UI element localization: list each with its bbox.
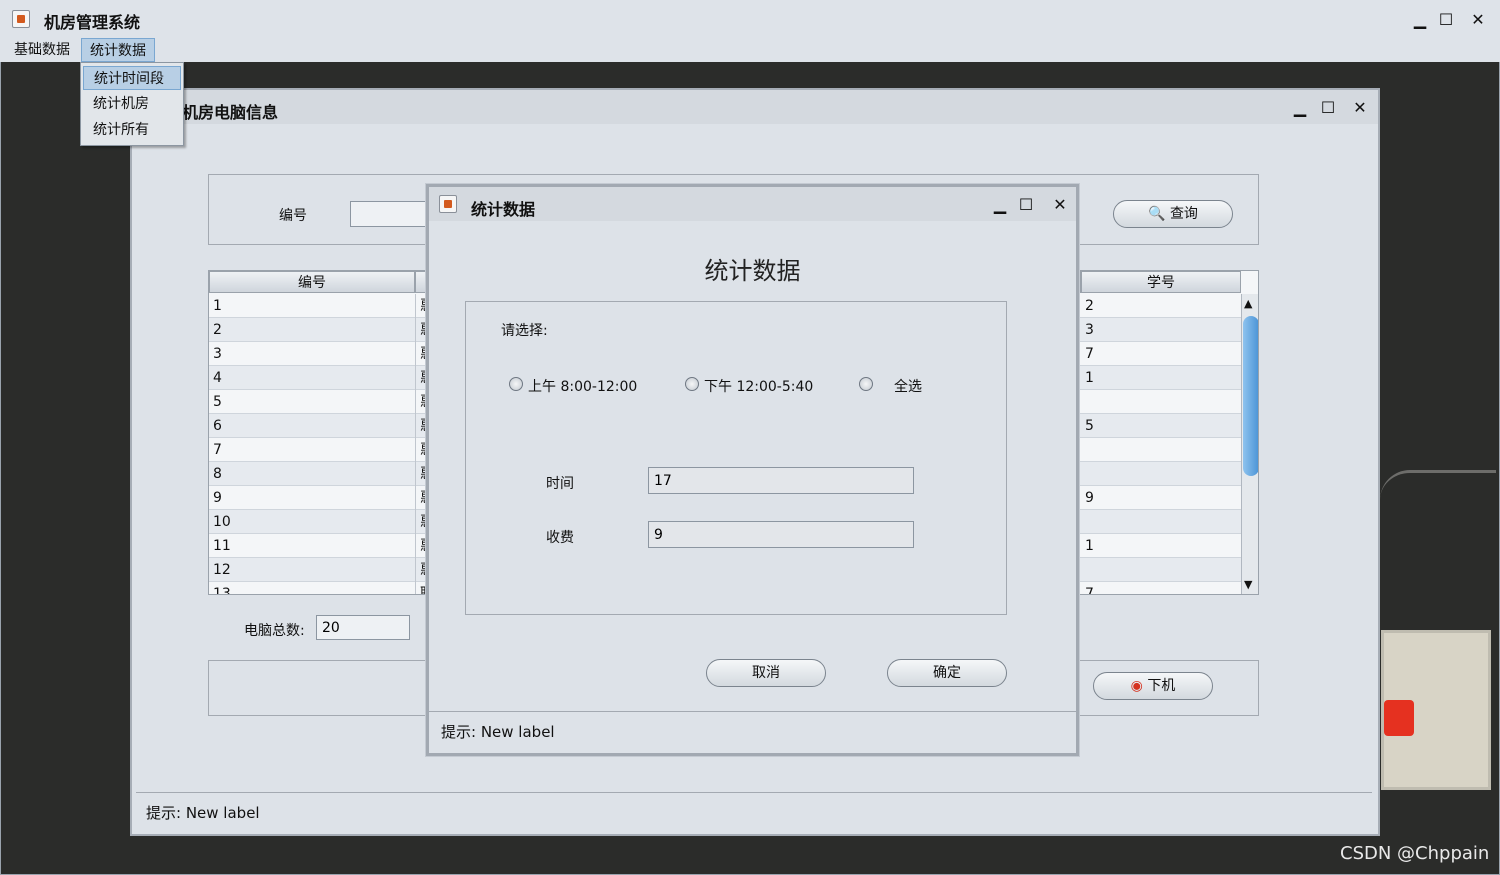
menu-item-time-period[interactable]: 统计时间段 — [83, 66, 181, 90]
table-cell[interactable]: 2 — [1081, 294, 1241, 318]
table-cell[interactable]: 3 — [1081, 318, 1241, 342]
power-icon: ◉ — [1130, 678, 1143, 694]
time-label: 时间 — [546, 476, 574, 492]
table-cell[interactable] — [1081, 462, 1241, 486]
maximize-icon[interactable]: ☐ — [1316, 96, 1340, 120]
radio-morning[interactable] — [509, 377, 523, 391]
radio-select-all[interactable] — [859, 377, 873, 391]
table-cell[interactable]: 2 — [209, 318, 415, 342]
total-computers-label: 电脑总数: — [244, 623, 305, 639]
table-cell[interactable]: 1 — [209, 294, 415, 318]
column-header-student-id[interactable]: 学号 — [1081, 271, 1241, 293]
ok-button[interactable]: 确定 — [887, 659, 1007, 687]
selection-panel: 请选择: 上午 8:00-12:00 下午 12:00-5:40 全选 时间 收… — [465, 301, 1007, 615]
scroll-up-icon[interactable]: ▲ — [1244, 297, 1252, 310]
vertical-scrollbar[interactable]: ▲ ▼ — [1241, 294, 1258, 594]
table-cell[interactable]: 11 — [209, 534, 415, 558]
java-app-icon — [439, 195, 457, 213]
logoff-button[interactable]: ◉ 下机 — [1093, 672, 1213, 700]
table-cell[interactable]: 7 — [1081, 342, 1241, 366]
table-cell[interactable] — [1081, 438, 1241, 462]
app-title: 机房管理系统 — [44, 13, 141, 32]
radio-morning-label[interactable]: 上午 8:00-12:00 — [528, 376, 637, 396]
dialog-titlebar[interactable]: 统计数据 ▁ ☐ ✕ — [429, 187, 1076, 221]
table-cell[interactable]: 13 — [209, 582, 415, 594]
minimize-icon[interactable]: ▁ — [1288, 96, 1312, 120]
select-prompt: 请选择: — [501, 323, 548, 339]
table-cell[interactable] — [1081, 558, 1241, 582]
minimize-icon[interactable]: ▁ — [1408, 8, 1432, 32]
close-icon[interactable]: ✕ — [1048, 193, 1072, 217]
cancel-button[interactable]: 取消 — [706, 659, 826, 687]
menu-basic-data[interactable]: 基础数据 — [6, 38, 78, 62]
menu-item-room[interactable]: 统计机房 — [83, 92, 181, 116]
background-decoration — [1384, 700, 1414, 736]
table-cell[interactable] — [1081, 510, 1241, 534]
table-cell[interactable]: 3 — [209, 342, 415, 366]
frame-title: 机房电脑信息 — [182, 103, 279, 122]
table-cell[interactable]: 12 — [209, 558, 415, 582]
column-header-id[interactable]: 编号 — [209, 271, 415, 293]
radio-afternoon-label[interactable]: 下午 12:00-5:40 — [704, 376, 813, 396]
radio-select-all-label[interactable]: 全选 — [894, 376, 922, 396]
table-cell[interactable]: 5 — [1081, 414, 1241, 438]
table-cell[interactable]: 1 — [1081, 366, 1241, 390]
total-computers-field[interactable] — [316, 615, 410, 640]
table-cell[interactable]: 9 — [1081, 486, 1241, 510]
background-decoration — [1380, 470, 1496, 620]
table-cell[interactable]: 1 — [1081, 534, 1241, 558]
table-cell[interactable]: 6 — [209, 414, 415, 438]
table-cell[interactable]: 8 — [209, 462, 415, 486]
statistics-dialog: 统计数据 ▁ ☐ ✕ 统计数据 请选择: 上午 8:00-12:00 下午 12… — [426, 184, 1079, 756]
table-cell[interactable]: 7 — [1081, 582, 1241, 594]
minimize-icon[interactable]: ▁ — [988, 193, 1012, 217]
close-icon[interactable]: ✕ — [1466, 8, 1490, 32]
maximize-icon[interactable]: ☐ — [1014, 193, 1038, 217]
table-cell[interactable]: 4 — [209, 366, 415, 390]
table-column: 23715917 — [1081, 294, 1241, 594]
table-column: 1 2 3 4 5 6 7 8 9 10 11 12 13 — [209, 294, 415, 594]
table-cell[interactable]: 9 — [209, 486, 415, 510]
table-cell[interactable]: 10 — [209, 510, 415, 534]
fee-label: 收费 — [546, 530, 574, 546]
scrollbar-thumb[interactable] — [1243, 316, 1258, 476]
status-label: 提示: New label — [136, 792, 1372, 832]
statistics-popup-menu: 统计时间段 统计机房 统计所有 — [80, 62, 184, 146]
dialog-status-label: 提示: New label — [429, 711, 1076, 751]
dialog-heading: 统计数据 — [704, 257, 801, 285]
table-cell[interactable] — [1081, 390, 1241, 414]
table-cell[interactable]: 5 — [209, 390, 415, 414]
frame-titlebar[interactable]: 机房电脑信息 ▁ ☐ ✕ — [132, 90, 1378, 124]
close-icon[interactable]: ✕ — [1348, 96, 1372, 120]
maximize-icon[interactable]: ☐ — [1434, 8, 1458, 32]
scroll-down-icon[interactable]: ▼ — [1244, 578, 1252, 591]
menu-bar: 基础数据 统计数据 — [0, 38, 1500, 62]
search-icon: 🔍 — [1148, 206, 1166, 222]
radio-afternoon[interactable] — [685, 377, 699, 391]
table-cell[interactable]: 7 — [209, 438, 415, 462]
watermark: CSDN @Chppain — [1340, 843, 1490, 864]
menu-item-all[interactable]: 统计所有 — [83, 118, 181, 142]
menu-statistics[interactable]: 统计数据 — [81, 38, 155, 62]
id-label: 编号 — [279, 208, 307, 224]
app-titlebar[interactable]: 机房管理系统 ▁ ☐ ✕ — [0, 0, 1500, 38]
query-button[interactable]: 🔍 查询 — [1113, 200, 1233, 228]
java-app-icon — [12, 10, 30, 28]
time-field[interactable] — [648, 467, 914, 494]
fee-field[interactable] — [648, 521, 914, 548]
dialog-title: 统计数据 — [471, 200, 536, 219]
